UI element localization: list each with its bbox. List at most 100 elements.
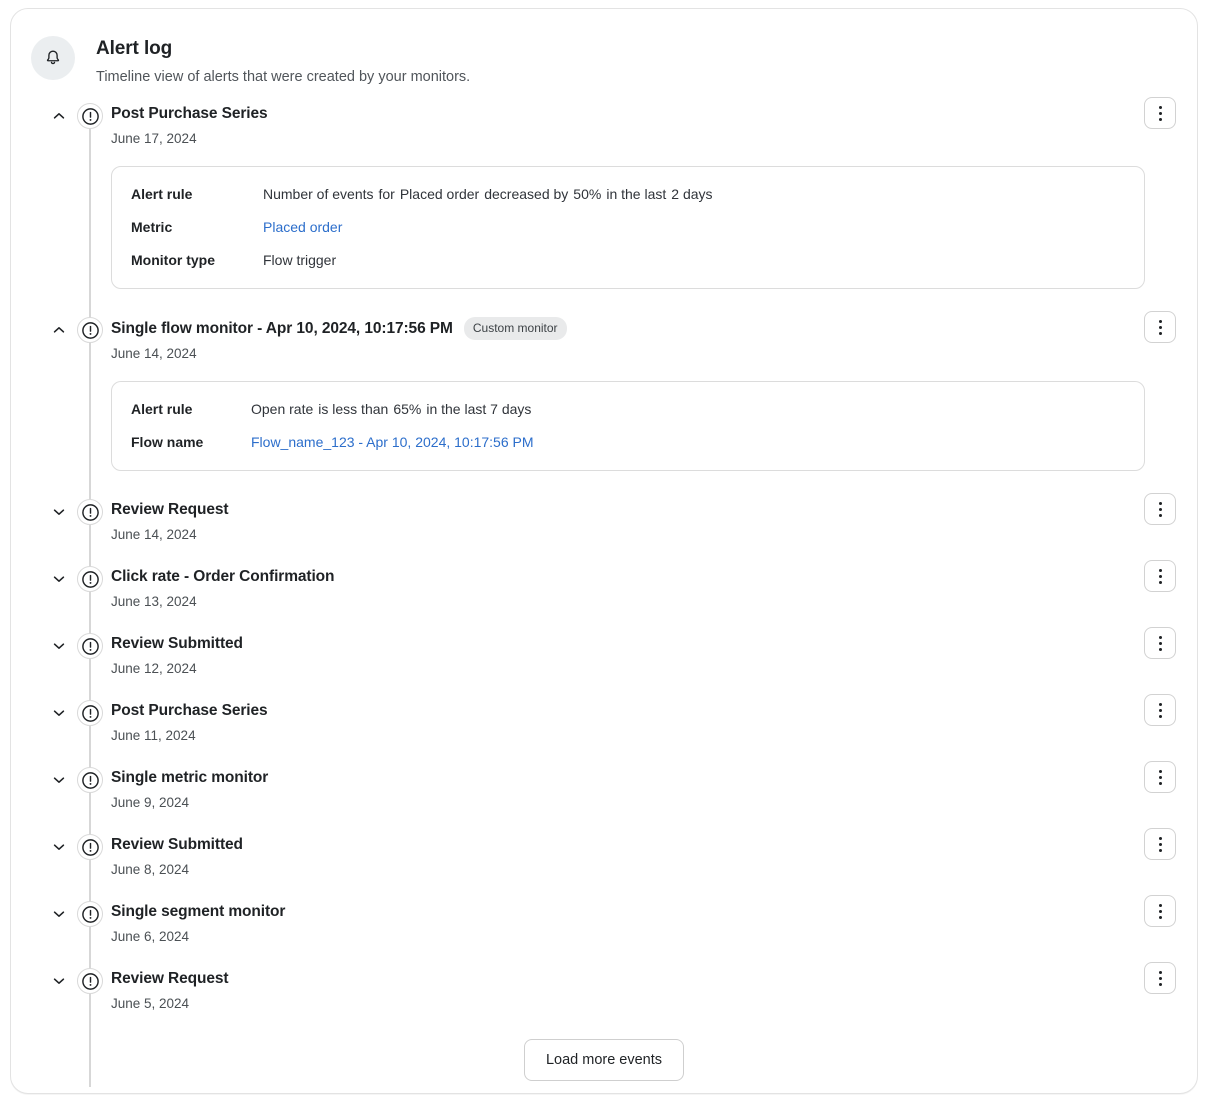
timeline-event-header[interactable]: Single segment monitor June 6, 2024 (11, 901, 1197, 946)
alert-circle-icon (77, 633, 103, 659)
kebab-dot (1159, 636, 1162, 639)
kebab-dot (1159, 916, 1162, 919)
alert-circle-icon (77, 834, 103, 860)
timeline-event-header[interactable]: Post Purchase Series June 11, 2024 (11, 700, 1197, 745)
event-title-line: Click rate - Order Confirmation (111, 566, 334, 588)
event-title: Single metric monitor (111, 767, 268, 789)
load-more-events-button[interactable]: Load more events (524, 1039, 684, 1081)
chevron-down-icon[interactable] (49, 569, 69, 589)
page-title: Alert log (96, 37, 470, 61)
event-actions-menu-button[interactable] (1144, 895, 1176, 927)
alert-detail-panel: Alert ruleOpen rateis less than65%in the… (111, 381, 1145, 471)
timeline-event: Single metric monitor June 9, 2024 (11, 767, 1197, 812)
chevron-down-icon[interactable] (49, 904, 69, 924)
event-spacer (11, 289, 1197, 317)
timeline-event-header[interactable]: Click rate - Order Confirmation June 13,… (11, 566, 1197, 611)
kebab-dot (1159, 782, 1162, 785)
alert-rule-token: Placed order (400, 186, 479, 202)
timeline-event-header[interactable]: Review Submitted June 8, 2024 (11, 834, 1197, 879)
event-actions-menu-button[interactable] (1144, 560, 1176, 592)
chevron-up-icon[interactable] (49, 106, 69, 126)
kebab-dot (1159, 837, 1162, 840)
timeline-event-header[interactable]: Review Submitted June 12, 2024 (11, 633, 1197, 678)
event-title-line: Single flow monitor - Apr 10, 2024, 10:1… (111, 317, 567, 340)
alert-circle-icon (77, 767, 103, 793)
kebab-dot (1159, 514, 1162, 517)
event-title-line: Single metric monitor (111, 767, 268, 789)
event-date: June 14, 2024 (111, 345, 567, 363)
kebab-dot (1159, 326, 1162, 329)
status-badge: Custom monitor (464, 317, 567, 340)
timeline-event-header[interactable]: Review Request June 5, 2024 (11, 968, 1197, 1013)
alert-rule-label: Alert rule (131, 184, 263, 204)
alert-rule-token: Number of events (263, 186, 374, 202)
alert-rule-token: decreased by (484, 186, 568, 202)
kebab-dot (1159, 977, 1162, 980)
alert-timeline: Post Purchase Series June 17, 2024 Alert… (11, 103, 1197, 1094)
kebab-dot (1159, 776, 1162, 779)
alert-rule-token: in the last 7 days (426, 401, 531, 417)
event-spacer (11, 745, 1197, 767)
event-title: Post Purchase Series (111, 103, 268, 125)
event-title: Single flow monitor - Apr 10, 2024, 10:1… (111, 318, 453, 340)
alert-rule-token: 65% (393, 401, 421, 417)
event-actions-menu-button[interactable] (1144, 761, 1176, 793)
event-actions-menu-button[interactable] (1144, 97, 1176, 129)
chevron-down-icon[interactable] (49, 837, 69, 857)
metric-link[interactable]: Placed order (263, 217, 342, 237)
detail-row: Alert ruleOpen rateis less than65%in the… (131, 399, 1122, 419)
event-actions-menu-button[interactable] (1144, 627, 1176, 659)
timeline-event-body: Single flow monitor - Apr 10, 2024, 10:1… (111, 317, 637, 363)
kebab-dot (1159, 843, 1162, 846)
chevron-down-icon[interactable] (49, 770, 69, 790)
event-title: Review Submitted (111, 633, 243, 655)
page-subtitle: Timeline view of alerts that were create… (96, 67, 470, 87)
event-actions-menu-button[interactable] (1144, 962, 1176, 994)
timeline-event-body: Post Purchase Series June 17, 2024 (111, 103, 338, 148)
kebab-dot (1159, 703, 1162, 706)
event-date: June 17, 2024 (111, 130, 268, 148)
event-title-line: Single segment monitor (111, 901, 285, 923)
event-date: June 6, 2024 (111, 928, 285, 946)
event-title-line: Post Purchase Series (111, 103, 268, 125)
timeline-event-body: Click rate - Order Confirmation June 13,… (111, 566, 404, 611)
event-date: June 13, 2024 (111, 593, 334, 611)
chevron-down-icon[interactable] (49, 502, 69, 522)
alert-circle-icon (77, 103, 103, 129)
kebab-dot (1159, 648, 1162, 651)
kebab-dot (1159, 770, 1162, 773)
kebab-dot (1159, 910, 1162, 913)
kebab-dot (1159, 502, 1162, 505)
chevron-up-icon[interactable] (49, 320, 69, 340)
header-text-block: Alert log Timeline view of alerts that w… (96, 35, 470, 87)
event-actions-menu-button[interactable] (1144, 828, 1176, 860)
timeline-event-header[interactable]: Single metric monitor June 9, 2024 (11, 767, 1197, 812)
chevron-down-icon[interactable] (49, 636, 69, 656)
event-title-line: Review Submitted (111, 633, 243, 655)
kebab-dot (1159, 581, 1162, 584)
event-actions-menu-button[interactable] (1144, 694, 1176, 726)
event-date: June 14, 2024 (111, 526, 228, 544)
kebab-dot (1159, 642, 1162, 645)
timeline-event-body: Review Submitted June 8, 2024 (111, 834, 313, 879)
chevron-down-icon[interactable] (49, 971, 69, 991)
timeline-event-header[interactable]: Single flow monitor - Apr 10, 2024, 10:1… (11, 317, 1197, 363)
flow-name-label: Flow name (131, 432, 251, 452)
event-spacer (11, 946, 1197, 968)
event-spacer (11, 611, 1197, 633)
event-actions-menu-button[interactable] (1144, 493, 1176, 525)
timeline-event: Single segment monitor June 6, 2024 (11, 901, 1197, 946)
metric-label: Metric (131, 217, 263, 237)
timeline-event-header[interactable]: Post Purchase Series June 17, 2024 (11, 103, 1197, 148)
kebab-dot (1159, 569, 1162, 572)
event-actions-menu-button[interactable] (1144, 311, 1176, 343)
chevron-down-icon[interactable] (49, 703, 69, 723)
alert-rule-token: for (379, 186, 395, 202)
timeline-event-body: Review Request June 14, 2024 (111, 499, 298, 544)
flow-name-link[interactable]: Flow_name_123 - Apr 10, 2024, 10:17:56 P… (251, 432, 534, 452)
detail-row: Flow nameFlow_name_123 - Apr 10, 2024, 1… (131, 432, 1122, 452)
kebab-dot (1159, 983, 1162, 986)
kebab-dot (1159, 904, 1162, 907)
timeline-event-header[interactable]: Review Request June 14, 2024 (11, 499, 1197, 544)
kebab-dot (1159, 575, 1162, 578)
